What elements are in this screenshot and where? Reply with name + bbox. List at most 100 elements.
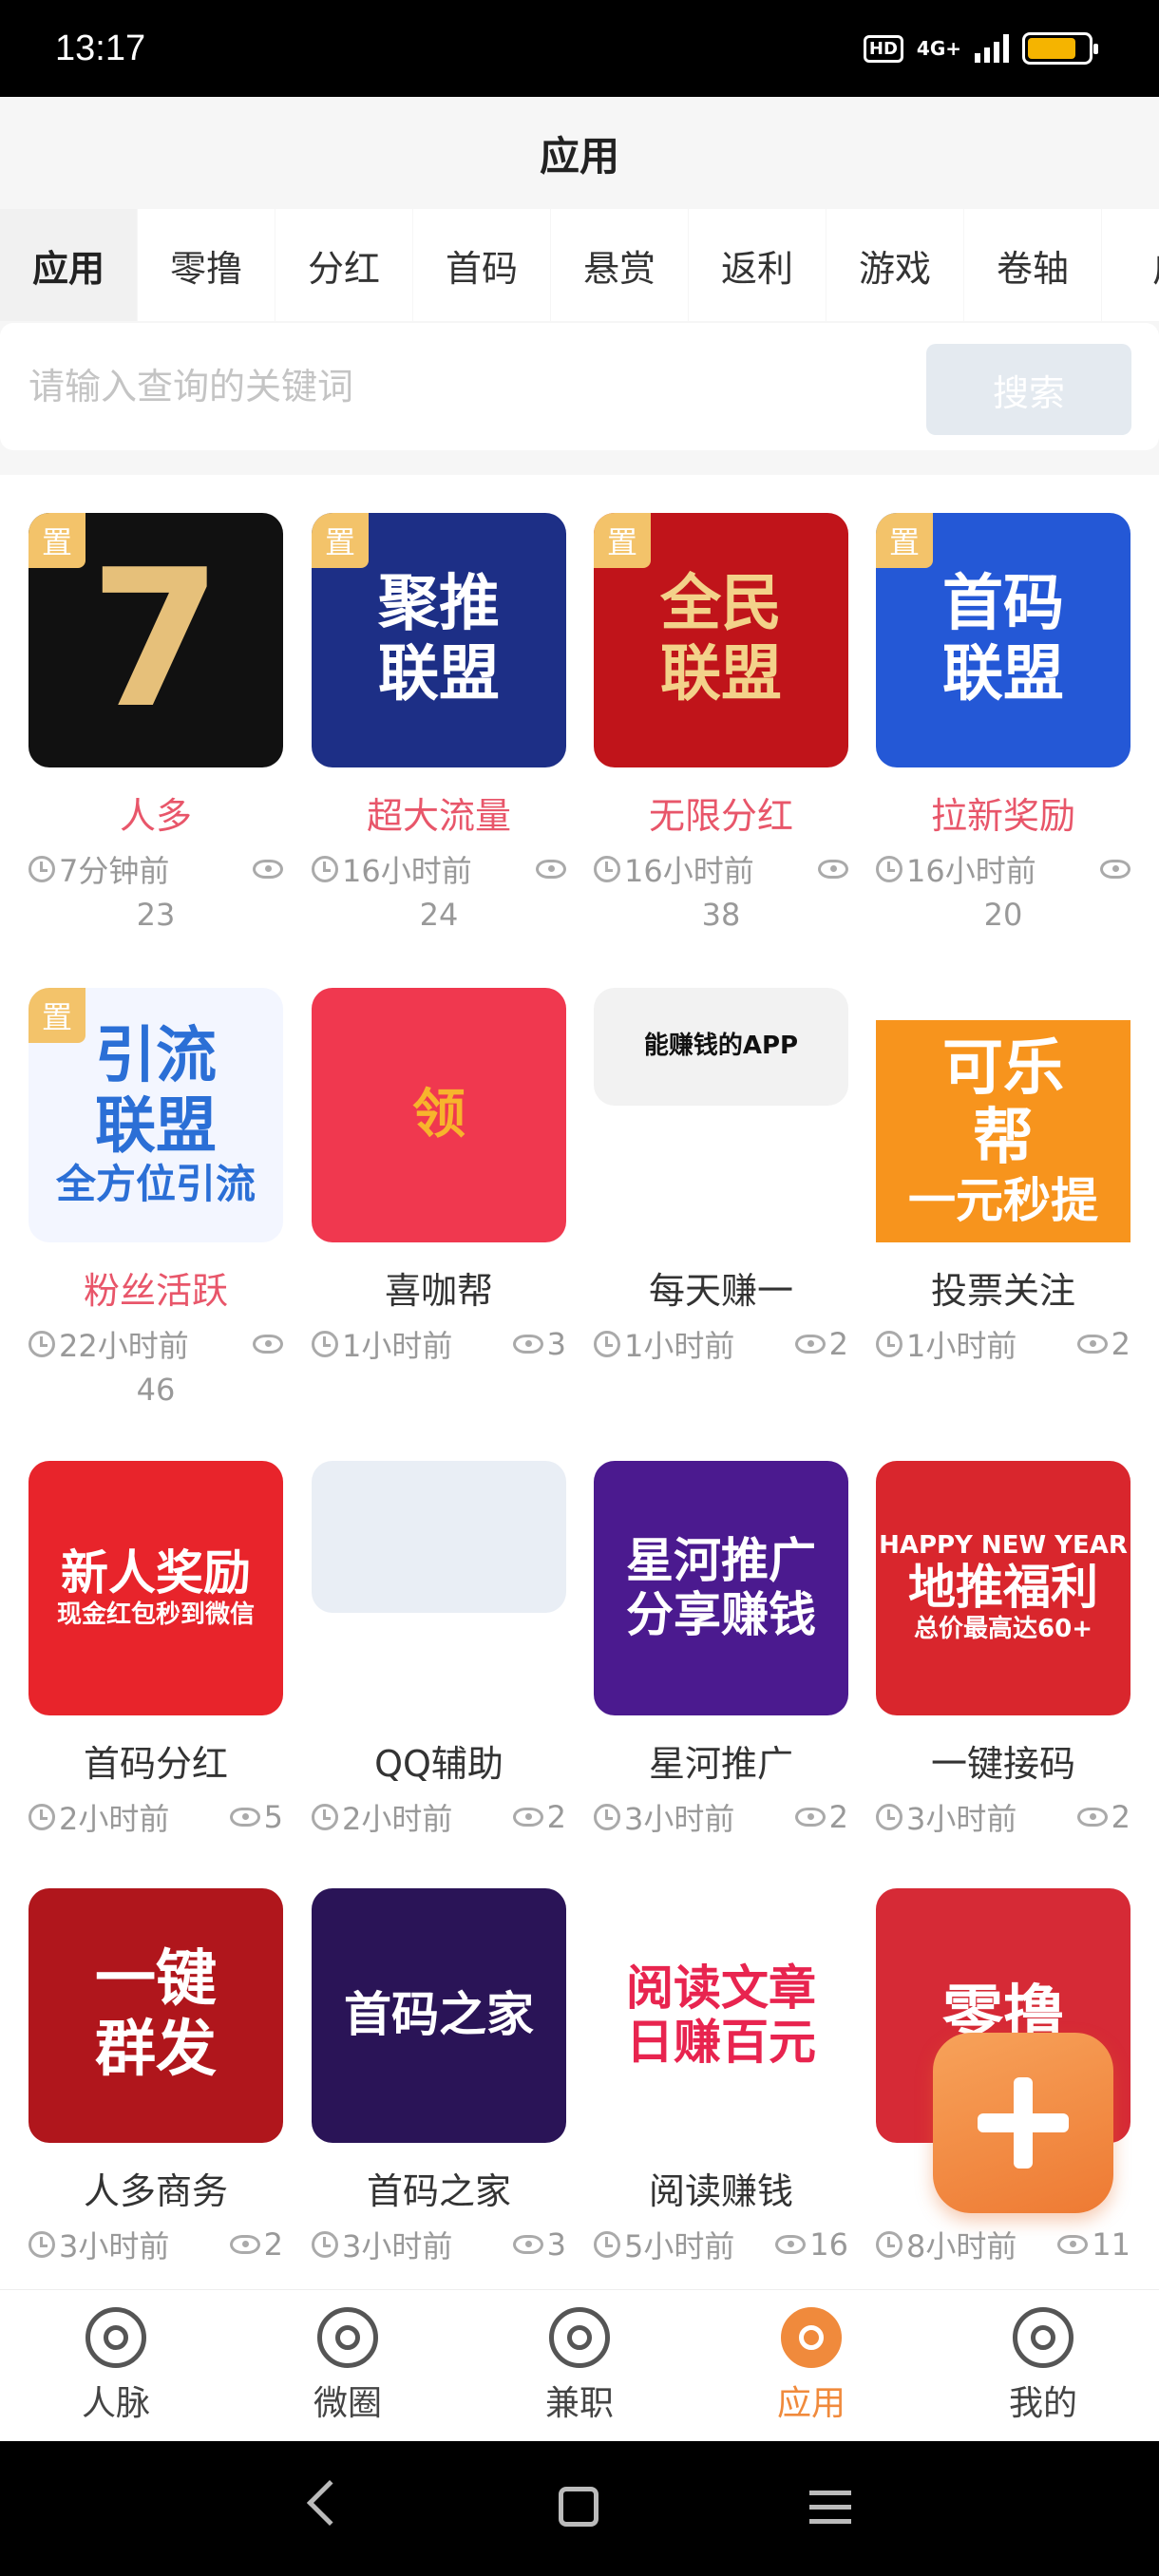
app-thumbnail[interactable]: 新人奖励 现金红包秒到微信 [28, 1461, 283, 1715]
app-meta: 3小时前 2 [876, 1795, 1130, 1839]
pinned-badge: 置 [28, 988, 86, 1043]
app-thumbnail[interactable]: 星河推广 分享赚钱 [594, 1461, 848, 1715]
app-thumbnail-art: 星河推广 分享赚钱 [594, 1461, 848, 1715]
menu-icon[interactable] [809, 2491, 851, 2533]
app-meta: 2小时前 2 [312, 1795, 566, 1839]
disc-icon [549, 2306, 610, 2368]
app-time-text: 2小时前 [342, 1801, 453, 1837]
app-thumbnail[interactable]: 首码 联盟 置 [876, 513, 1130, 767]
app-thumbnail-art: 新人奖励 现金红包秒到微信 [28, 1461, 283, 1715]
tab-7[interactable]: 卷轴 [964, 209, 1101, 321]
pinned-badge: 置 [28, 513, 86, 568]
nav-item-1[interactable]: 微圈 [232, 2290, 464, 2441]
app-thumbnail[interactable]: HAPPY NEW YEAR 地推福利 总价最高达60+ [876, 1461, 1130, 1715]
network-label: 4G+ [916, 37, 961, 60]
view-count: 11 [1092, 2226, 1130, 2263]
eye-icon [794, 1808, 826, 1827]
add-button[interactable] [933, 2033, 1113, 2213]
app-name: 人多商务 [83, 2170, 228, 2212]
app-name: 投票关注 [930, 1270, 1075, 1312]
app-meta: 1小时前 3 [312, 1322, 566, 1366]
tab-3[interactable]: 首码 [413, 209, 550, 321]
tab-8[interactable]: 广 [1102, 209, 1159, 321]
tab-6[interactable]: 游戏 [826, 209, 963, 321]
app-name: 粉丝活跃 [83, 1270, 228, 1312]
app-meta: 5小时前 16 [594, 2223, 848, 2266]
eye-icon [512, 1808, 543, 1827]
app-meta: 16小时前 [312, 847, 566, 891]
art-text: 现金红包秒到微信 [56, 1600, 255, 1629]
app-thumbnail[interactable]: 能赚钱的APP [594, 988, 848, 1106]
pinned-badge: 置 [876, 513, 933, 568]
view-count: 3 [546, 2226, 566, 2263]
nav-item-3[interactable]: 应用 [695, 2290, 927, 2441]
app-views: 3 [512, 1326, 566, 1362]
app-row: 新人奖励 现金红包秒到微信 首码分红 2小时前 5 QQ辅助 2小时前 2 星河推广 分享赚钱 星河… [0, 1461, 1159, 1936]
app-name: 人多 [119, 795, 192, 837]
app-thumbnail[interactable]: 领 [312, 988, 566, 1242]
eye-icon [536, 860, 566, 879]
app-thumbnail[interactable]: 可乐帮一元秒提 [876, 1020, 1130, 1242]
app-thumbnail[interactable]: 引流 联盟 全方位引流 置 [28, 988, 283, 1242]
app-thumbnail[interactable]: 一键 群发 [28, 1888, 283, 2143]
view-count: 5 [263, 1799, 283, 1835]
pinned-badge: 置 [312, 513, 369, 568]
eye-icon [1076, 1335, 1108, 1354]
clock-icon [28, 856, 55, 882]
app-views: 2 [794, 1326, 848, 1362]
app-name: 首码之家 [366, 2170, 511, 2212]
app-thumbnail[interactable]: 全民 联盟 置 [594, 513, 848, 767]
app-thumbnail[interactable]: 聚推 联盟 置 [312, 513, 566, 767]
app-time: 2小时前 [28, 1795, 169, 1839]
app-time: 2小时前 [312, 1795, 452, 1839]
app-views: 2 [229, 2226, 283, 2263]
user-icon [1013, 2306, 1074, 2368]
app-name: 每天赚一 [648, 1270, 793, 1312]
clock-icon [876, 1331, 902, 1357]
tab-1[interactable]: 零撸 [138, 209, 275, 321]
app-views [1100, 860, 1130, 879]
app-thumbnail-art: 能赚钱的APP [594, 988, 848, 1106]
tab-4[interactable]: 悬赏 [551, 209, 688, 321]
app-name: 星河推广 [648, 1743, 793, 1785]
app-time: 16小时前 [312, 847, 472, 891]
nav-item-0[interactable]: 人脉 [0, 2290, 232, 2441]
app-time-text: 16小时前 [342, 853, 472, 889]
app-meta: 22小时前 [28, 1322, 283, 1366]
view-count: 2 [828, 1326, 848, 1362]
view-count: 3 [546, 1326, 566, 1362]
search-input[interactable] [28, 355, 884, 418]
eye-icon [512, 2235, 543, 2254]
app-views: 2 [1076, 1799, 1130, 1835]
nav-item-2[interactable]: 兼职 [464, 2290, 695, 2441]
tab-2[interactable]: 分红 [276, 209, 412, 321]
app-time: 3小时前 [876, 1795, 1016, 1839]
clock-icon [28, 1804, 55, 1830]
app-name: 无限分红 [648, 795, 793, 837]
app-time: 22小时前 [28, 1322, 189, 1366]
tab-0[interactable]: 应用 [0, 209, 137, 321]
app-thumbnail[interactable]: 阅读文章 日赚百元 [594, 1888, 848, 2143]
battery-icon [1022, 32, 1098, 65]
back-icon[interactable] [306, 2479, 353, 2527]
app-thumbnail[interactable] [312, 1461, 566, 1613]
search-box: 搜索 [0, 323, 1159, 450]
app-time-text: 16小时前 [624, 853, 754, 889]
app-views: 2 [512, 1799, 566, 1835]
art-text: 联盟 [95, 1090, 217, 1162]
app-meta: 7分钟前 [28, 847, 283, 891]
search-button[interactable]: 搜索 [926, 344, 1131, 435]
art-text: 帮 [973, 1103, 1034, 1174]
app-time-text: 1小时前 [624, 1328, 735, 1364]
nav-item-4[interactable]: 我的 [927, 2290, 1159, 2441]
bottom-nav: 人脉 微圈 兼职 应用 我的 [0, 2289, 1159, 2441]
app-time-text: 16小时前 [906, 853, 1036, 889]
tab-5[interactable]: 返利 [689, 209, 826, 321]
clock-icon [28, 1331, 55, 1357]
app-views [253, 860, 283, 879]
system-nav-bar [0, 2441, 1159, 2576]
home-icon[interactable] [559, 2487, 598, 2527]
app-thumbnail[interactable]: 7置 [28, 513, 283, 767]
app-thumbnail[interactable]: 首码之家 [312, 1888, 566, 2143]
app-meta: 8小时前 11 [876, 2223, 1130, 2266]
